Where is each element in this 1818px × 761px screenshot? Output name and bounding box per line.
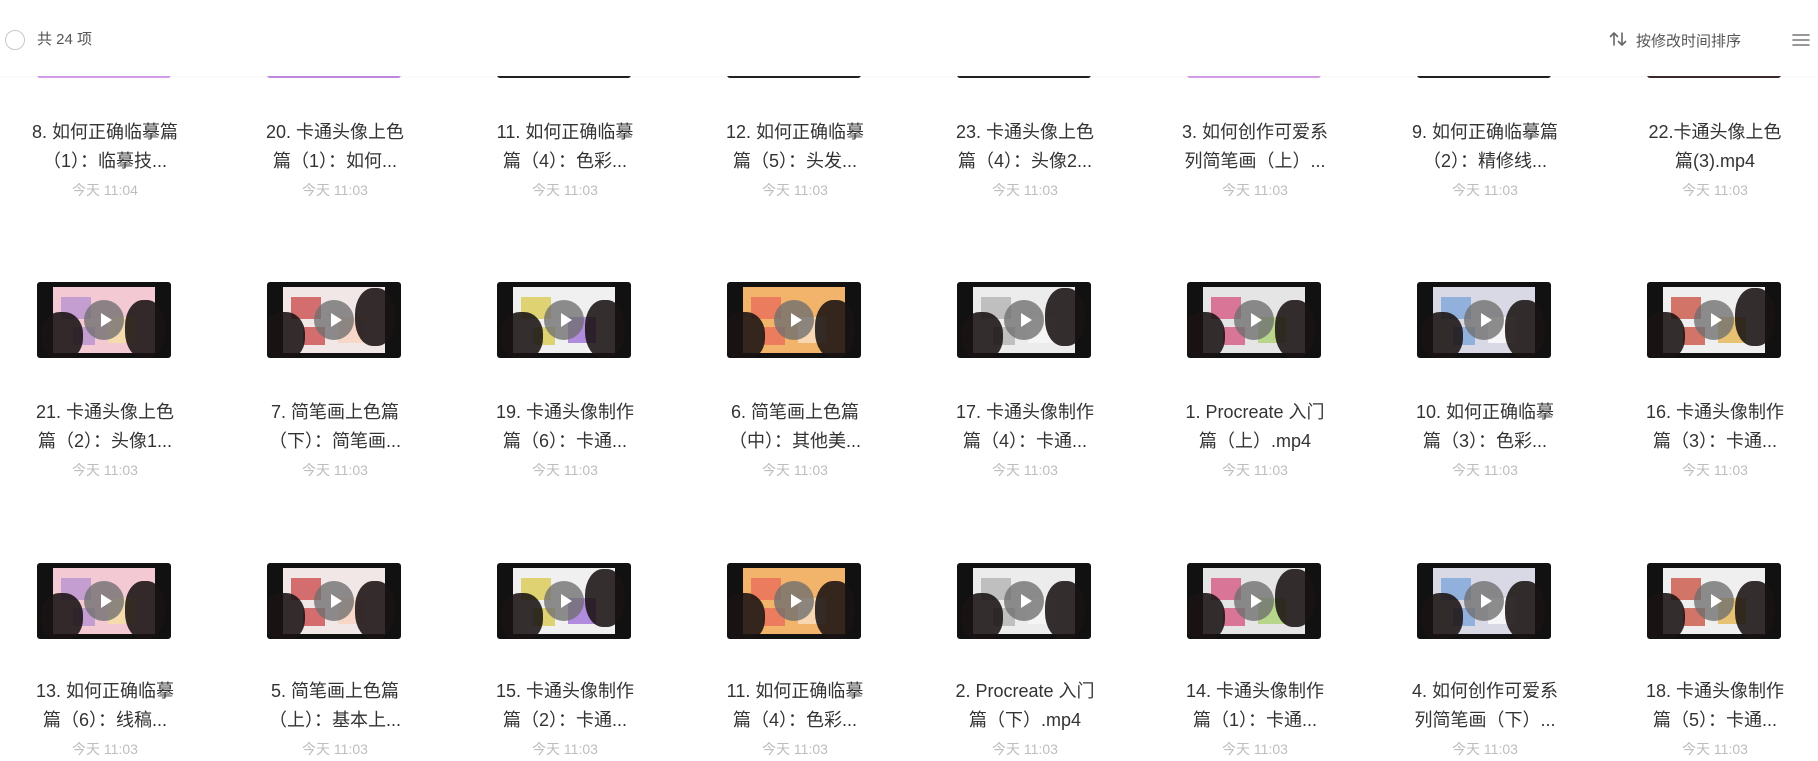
video-thumbnail[interactable] (1187, 563, 1321, 639)
hand-shape (267, 593, 305, 639)
play-icon (1234, 581, 1274, 621)
toolbar: 共 24 项 按修改时间排序 (0, 0, 1818, 76)
video-thumbnail[interactable] (267, 563, 401, 639)
file-name-line-2: 篇（4）：色彩... (732, 710, 857, 730)
play-icon (1464, 581, 1504, 621)
file-name-line-1: 18. 卡通头像制作 (1645, 681, 1785, 701)
video-thumbnail[interactable] (1647, 563, 1781, 639)
hand-shape (727, 593, 765, 639)
play-icon (1694, 581, 1734, 621)
hand-shape (1647, 593, 1685, 639)
file-name-line-1: 13. 如何正确临摹 (35, 681, 175, 701)
file-item[interactable]: 2. Procreate 入门 篇（下）.mp4 今天 11:03 (920, 279, 1130, 761)
file-modified-time: 今天 11:03 (532, 741, 598, 757)
hand-shape (1505, 581, 1545, 639)
hand-shape (1045, 581, 1085, 639)
play-icon (1004, 581, 1044, 621)
video-thumbnail[interactable] (497, 563, 631, 639)
file-modified-time: 今天 11:03 (1452, 741, 1518, 757)
list-view-icon (1792, 34, 1810, 46)
sort-arrows-icon (1607, 28, 1629, 55)
hand-shape (41, 593, 83, 639)
file-modified-time: 今天 11:03 (762, 741, 828, 757)
hand-shape (1275, 569, 1315, 627)
hand-shape (961, 593, 1003, 639)
hand-shape (125, 581, 165, 639)
file-grid: 8. 如何正确临摹篇 （1）：临摹技... 今天 11:04 20. 卡通头像上色 篇（… (0, 0, 1818, 761)
play-icon (544, 581, 584, 621)
file-name-line-2: （上）：基本上... (268, 710, 401, 730)
file-name-line-1: 2. Procreate 入门 (955, 681, 1095, 701)
list-view-button[interactable] (1790, 29, 1812, 51)
hand-shape (815, 581, 855, 639)
hand-shape (501, 593, 543, 639)
video-thumbnail[interactable] (37, 563, 171, 639)
hand-shape (1421, 593, 1463, 639)
file-name-line-1: 14. 卡通头像制作 (1185, 681, 1325, 701)
video-thumbnail[interactable] (1417, 563, 1551, 639)
sort-label: 按修改时间排序 (1636, 32, 1742, 50)
sort-button[interactable]: 按修改时间排序 (1607, 28, 1741, 55)
play-icon (774, 581, 814, 621)
file-name-line-2: 篇（下）.mp4 (968, 710, 1082, 730)
file-item[interactable]: 15. 卡通头像制作 篇（2）：卡通... 今天 11:03 (460, 279, 670, 761)
file-name-line-2: 列简笔画（下）... (1414, 710, 1556, 730)
file-item[interactable]: 13. 如何正确临摹 篇（6）：线稿... 今天 11:03 (0, 279, 210, 761)
file-item[interactable]: 4. 如何创作可爱系 列简笔画（下）... 今天 11:03 (1380, 279, 1590, 761)
select-all-checkbox[interactable] (5, 30, 25, 50)
file-item[interactable]: 11. 如何正确临摹 篇（4）：色彩... 今天 11:03 (690, 279, 900, 761)
file-name-line-1: 5. 简笔画上色篇 (270, 681, 399, 701)
file-name-line-1: 11. 如何正确临摹 (726, 681, 864, 701)
play-icon (84, 581, 124, 621)
file-name-line-2: 篇（1）：卡通... (1192, 710, 1317, 730)
file-name-line-1: 15. 卡通头像制作 (495, 681, 635, 701)
hand-shape (585, 569, 625, 627)
item-count: 共 24 项 (37, 31, 93, 48)
file-modified-time: 今天 11:03 (992, 741, 1058, 757)
file-name-line-2: 篇（5）：卡通... (1652, 710, 1777, 730)
file-modified-time: 今天 11:03 (1222, 741, 1288, 757)
play-icon (314, 581, 354, 621)
file-item[interactable]: 14. 卡通头像制作 篇（1）：卡通... 今天 11:03 (1150, 279, 1360, 761)
file-name-line-2: 篇（2）：卡通... (502, 710, 627, 730)
hand-shape (1735, 581, 1775, 639)
file-modified-time: 今天 11:03 (72, 741, 138, 757)
hand-shape (355, 581, 395, 639)
file-item[interactable]: 18. 卡通头像制作 篇（5）：卡通... 今天 11:03 (1610, 279, 1818, 761)
file-modified-time: 今天 11:03 (302, 741, 368, 757)
hand-shape (1187, 593, 1225, 639)
video-thumbnail[interactable] (727, 563, 861, 639)
file-modified-time: 今天 11:03 (1682, 741, 1748, 757)
file-item[interactable]: 5. 简笔画上色篇 （上）：基本上... 今天 11:03 (230, 279, 440, 761)
file-name-line-1: 4. 如何创作可爱系 (1411, 681, 1558, 701)
video-thumbnail[interactable] (957, 563, 1091, 639)
file-name-line-2: 篇（6）：线稿... (42, 710, 167, 730)
